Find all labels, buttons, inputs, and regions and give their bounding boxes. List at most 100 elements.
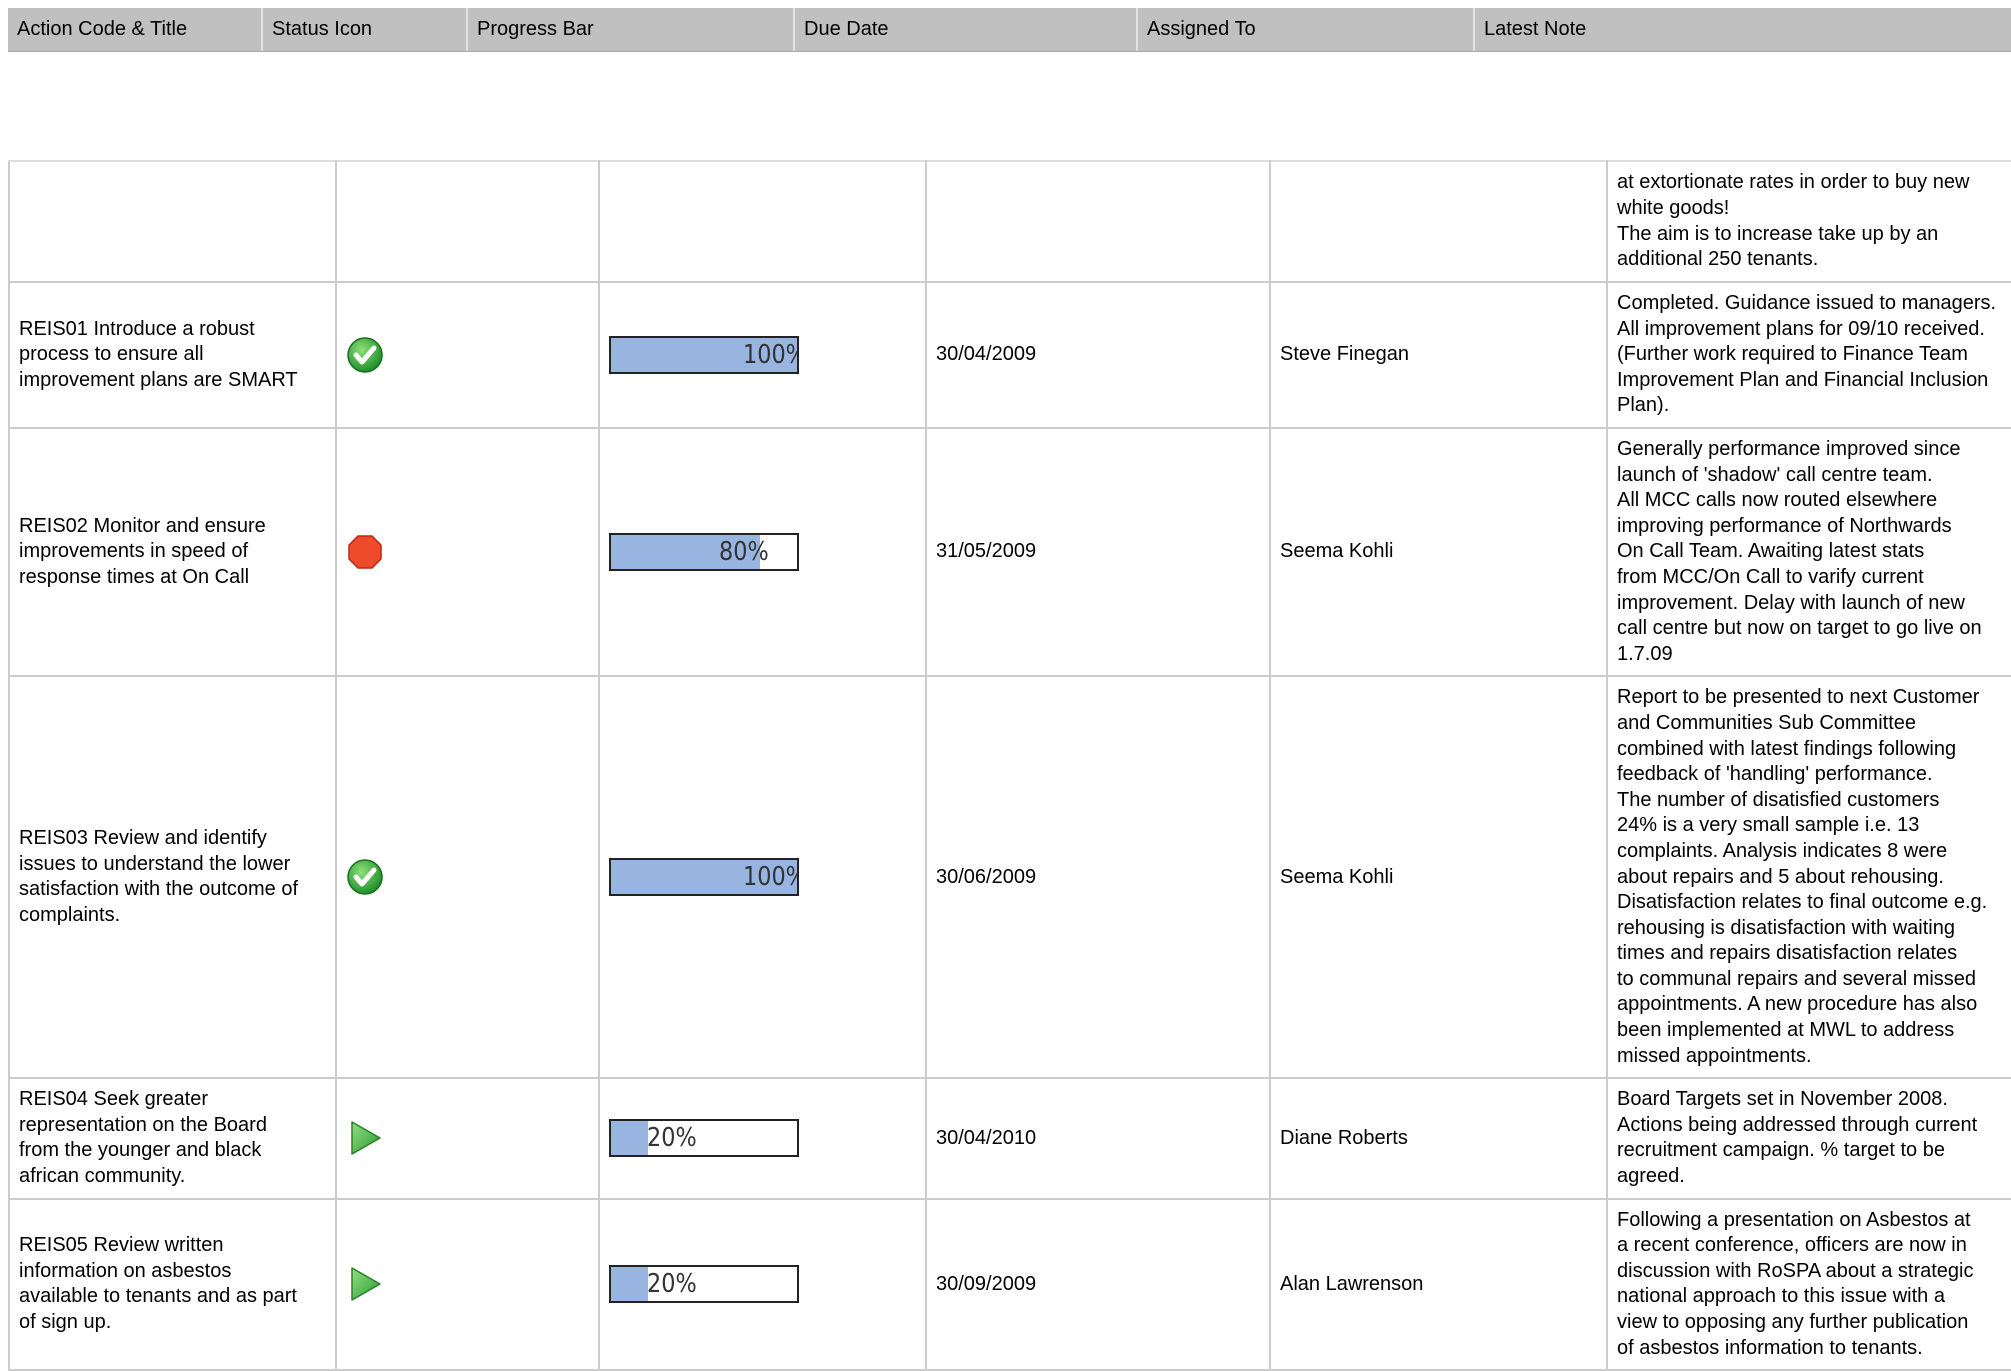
progress-label: 20% <box>647 1269 697 1300</box>
note-line: discussion with RoSPA about a strategic <box>1617 1259 1974 1282</box>
status-icon-cell <box>335 281 600 429</box>
assigned-to-cell: Seema Kohli <box>1269 426 1608 678</box>
header-latest-note[interactable]: Latest Note <box>1475 8 2011 51</box>
due-date-cell: 30/06/2009 <box>925 675 1271 1080</box>
action-title-line: african community. <box>19 1165 186 1188</box>
progress-label: 80% <box>718 537 769 568</box>
progress-cell: 100% <box>598 675 927 1080</box>
action-title-line: complaints. <box>19 903 121 926</box>
header-assigned-to[interactable]: Assigned To <box>1138 8 1475 51</box>
action-title-line: improvement plans are SMART <box>19 368 298 391</box>
action-title-cell: REIS05 Review written information on asbe… <box>8 1197 337 1371</box>
action-title-line: representation on the Board <box>19 1113 267 1136</box>
actions-table: at extortionate rates in order to buy ne… <box>8 160 2011 1371</box>
status-icon-cell <box>335 1077 600 1200</box>
note-line: to communal repairs and several missed <box>1617 967 1977 990</box>
action-title-line: available to tenants and as part <box>19 1285 297 1308</box>
note-line: All improvement plans for 09/10 received… <box>1617 317 1985 340</box>
note-line: improving performance of Northwards <box>1617 514 1952 537</box>
progress-label: 20% <box>647 1123 697 1154</box>
note-line: combined with latest findings following <box>1617 737 1957 760</box>
note-line: times and repairs disatisfaction relates <box>1617 942 1958 965</box>
note-line: The aim is to increase take up by an <box>1617 222 1939 245</box>
note-line: a recent conference, officers are now in <box>1617 1234 1967 1257</box>
red-stop-octagon-icon <box>346 533 384 571</box>
note-line: 1.7.09 <box>1617 642 1673 665</box>
green-check-icon <box>346 336 384 374</box>
note-line: Following a presentation on Asbestos at <box>1617 1208 1971 1231</box>
action-title-line: REIS02 Monitor and ensure <box>19 514 266 537</box>
table-row-continued: at extortionate rates in order to buy ne… <box>8 160 2011 283</box>
progress-bar: 20% <box>609 1119 799 1158</box>
note-line: call centre but now on target to go live… <box>1617 617 1982 640</box>
due-date-cell: 30/04/2010 <box>925 1077 1271 1200</box>
action-title-line: REIS05 Review written <box>19 1234 224 1257</box>
action-title-cell: REIS04 Seek greater representation on the… <box>8 1077 337 1200</box>
note-line: The number of disatisfied customers <box>1617 788 1940 811</box>
header-due-date[interactable]: Due Date <box>795 8 1138 51</box>
green-check-icon <box>346 858 384 896</box>
progress-cell: 100% <box>598 281 927 429</box>
continued-due-cell <box>925 160 1271 283</box>
note-line: (Further work required to Finance Team <box>1617 343 1968 366</box>
table-header: Action Code & Title Status Icon Progress… <box>8 8 2011 52</box>
note-line: feedback of 'handling' performance. <box>1617 763 1933 786</box>
note-line: Completed. Guidance issued to managers. <box>1617 292 1997 315</box>
latest-note-cell: Board Targets set in November 2008. Actio… <box>1606 1077 2011 1200</box>
note-line: 24% is a very small sample i.e. 13 <box>1617 814 1920 837</box>
note-line: On Call Team. Awaiting latest stats <box>1617 540 1925 563</box>
note-line: recruitment campaign. % target to be <box>1617 1139 1945 1162</box>
note-line: of asbestos information to tenants. <box>1617 1336 1923 1359</box>
progress-bar: 100% <box>609 858 799 897</box>
note-line: Disatisfaction relates to final outcome … <box>1617 891 1988 914</box>
note-line: Improvement Plan and Financial Inclusion <box>1617 368 1989 391</box>
note-line: rehousing is disatisfaction with waiting <box>1617 916 1955 939</box>
note-line: Board Targets set in November 2008. <box>1617 1088 1948 1111</box>
note-line: missed appointments. <box>1617 1044 1812 1067</box>
status-icon-cell <box>335 426 600 678</box>
action-title-line: information on asbestos <box>19 1259 232 1282</box>
progress-label: 100% <box>743 340 797 370</box>
note-line: additional 250 tenants. <box>1617 248 1819 271</box>
action-title-line: satisfaction with the outcome of <box>19 878 299 901</box>
progress-cell: 80% <box>598 426 927 678</box>
status-icon-cell <box>335 1197 600 1371</box>
action-title-line: REIS01 Introduce a robust <box>19 317 255 340</box>
progress-bar: 80% <box>609 533 799 572</box>
progress-cell: 20% <box>598 1077 927 1200</box>
table-row[interactable]: REIS02 Monitor and ensure improvements in… <box>8 426 2011 678</box>
action-title-cell: REIS01 Introduce a robust process to ensu… <box>8 281 337 429</box>
header-status-icon[interactable]: Status Icon <box>263 8 468 51</box>
due-date-cell: 30/09/2009 <box>925 1197 1271 1371</box>
note-line: Generally performance improved since <box>1617 438 1961 460</box>
table-row[interactable]: REIS05 Review written information on asbe… <box>8 1197 2011 1371</box>
assigned-to-cell: Diane Roberts <box>1269 1077 1608 1200</box>
progress-bar: 20% <box>609 1265 799 1304</box>
header-progress-bar[interactable]: Progress Bar <box>468 8 795 51</box>
action-title-line: response times at On Call <box>19 565 250 588</box>
latest-note-cell: Completed. Guidance issued to managers. A… <box>1606 281 2011 429</box>
assigned-to-cell: Seema Kohli <box>1269 675 1608 1080</box>
action-title-line: issues to understand the lower <box>19 852 291 875</box>
status-icon-cell <box>335 675 600 1080</box>
note-line: launch of 'shadow' call centre team. <box>1617 463 1933 486</box>
note-line: agreed. <box>1617 1165 1685 1188</box>
header-action-code-title[interactable]: Action Code & Title <box>8 8 263 51</box>
progress-bar: 100% <box>609 336 799 374</box>
note-line: All MCC calls now routed elsewhere <box>1617 489 1938 512</box>
continued-title-cell <box>8 160 337 283</box>
progress-fill <box>611 1121 649 1156</box>
due-date-cell: 31/05/2009 <box>925 426 1271 678</box>
green-play-triangle-icon <box>346 1265 384 1303</box>
latest-note-cell: Report to be presented to next Customer a… <box>1606 675 2011 1080</box>
progress-label: 100% <box>743 862 797 893</box>
table-row[interactable]: REIS04 Seek greater representation on the… <box>8 1077 2011 1200</box>
note-line: Plan). <box>1617 394 1670 417</box>
action-title-cell: REIS02 Monitor and ensure improvements in… <box>8 426 337 678</box>
note-line: improvement. Delay with launch of new <box>1617 591 1965 614</box>
note-line: been implemented at MWL to address <box>1617 1019 1955 1042</box>
table-row[interactable]: REIS01 Introduce a robust process to ensu… <box>8 281 2011 429</box>
note-line: from MCC/On Call to varify current <box>1617 565 1924 588</box>
table-row[interactable]: REIS03 Review and identify issues to unde… <box>8 675 2011 1080</box>
continued-progress-cell <box>598 160 927 283</box>
